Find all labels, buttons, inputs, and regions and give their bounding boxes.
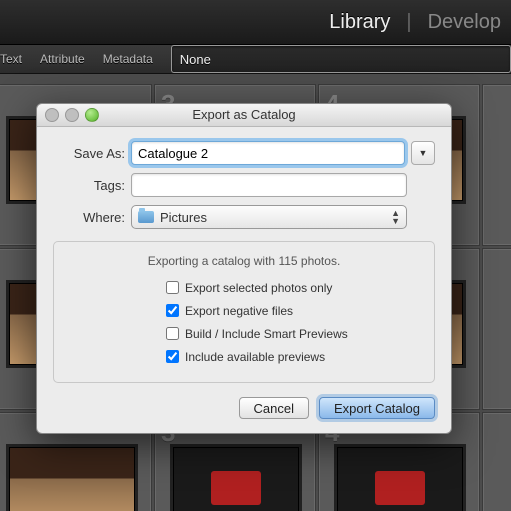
filter-tab-attribute[interactable]: Attribute: [40, 52, 85, 66]
save-as-input[interactable]: [131, 141, 405, 165]
opt-include-previews[interactable]: Include available previews: [162, 347, 420, 366]
where-label: Where:: [53, 210, 131, 225]
opt-selected-only[interactable]: Export selected photos only: [162, 278, 420, 297]
opt-negatives-checkbox[interactable]: [166, 304, 179, 317]
dialog-titlebar[interactable]: Export as Catalog: [37, 104, 451, 127]
module-library[interactable]: Library: [329, 11, 390, 34]
opt-selected-only-checkbox[interactable]: [166, 281, 179, 294]
export-status: Exporting a catalog with 115 photos.: [68, 254, 420, 268]
close-icon[interactable]: [45, 108, 59, 122]
opt-negatives[interactable]: Export negative files: [162, 301, 420, 320]
opt-smart-previews[interactable]: Build / Include Smart Previews: [162, 324, 420, 343]
zoom-icon[interactable]: [85, 108, 99, 122]
chevron-down-icon: ▼: [419, 148, 428, 158]
opt-smart-checkbox[interactable]: [166, 327, 179, 340]
dialog-title: Export as Catalog: [192, 107, 295, 122]
filter-tab-metadata[interactable]: Metadata: [103, 52, 153, 66]
module-separator: |: [406, 11, 411, 34]
where-value: Pictures: [160, 210, 207, 225]
filter-tab-text[interactable]: Text: [0, 52, 22, 66]
library-filter-bar: Text Attribute Metadata None: [0, 45, 511, 74]
opt-previews-checkbox[interactable]: [166, 350, 179, 363]
where-select[interactable]: Pictures ▲▼: [131, 205, 407, 229]
cancel-button[interactable]: Cancel: [239, 397, 309, 419]
tags-label: Tags:: [53, 178, 131, 193]
minimize-icon[interactable]: [65, 108, 79, 122]
module-develop[interactable]: Develop: [428, 11, 501, 34]
filter-tab-none[interactable]: None: [171, 45, 511, 73]
tags-input[interactable]: [131, 173, 407, 197]
save-as-label: Save As:: [53, 146, 131, 161]
save-as-history-button[interactable]: ▼: [411, 141, 435, 165]
export-catalog-dialog: Export as Catalog Save As: ▼ Tags: Where…: [36, 103, 452, 434]
folder-icon: [138, 211, 154, 223]
module-picker: Library | Develop: [0, 0, 511, 45]
export-catalog-button[interactable]: Export Catalog: [319, 397, 435, 419]
options-panel: Exporting a catalog with 115 photos. Exp…: [53, 241, 435, 383]
updown-icon: ▲▼: [391, 209, 400, 225]
